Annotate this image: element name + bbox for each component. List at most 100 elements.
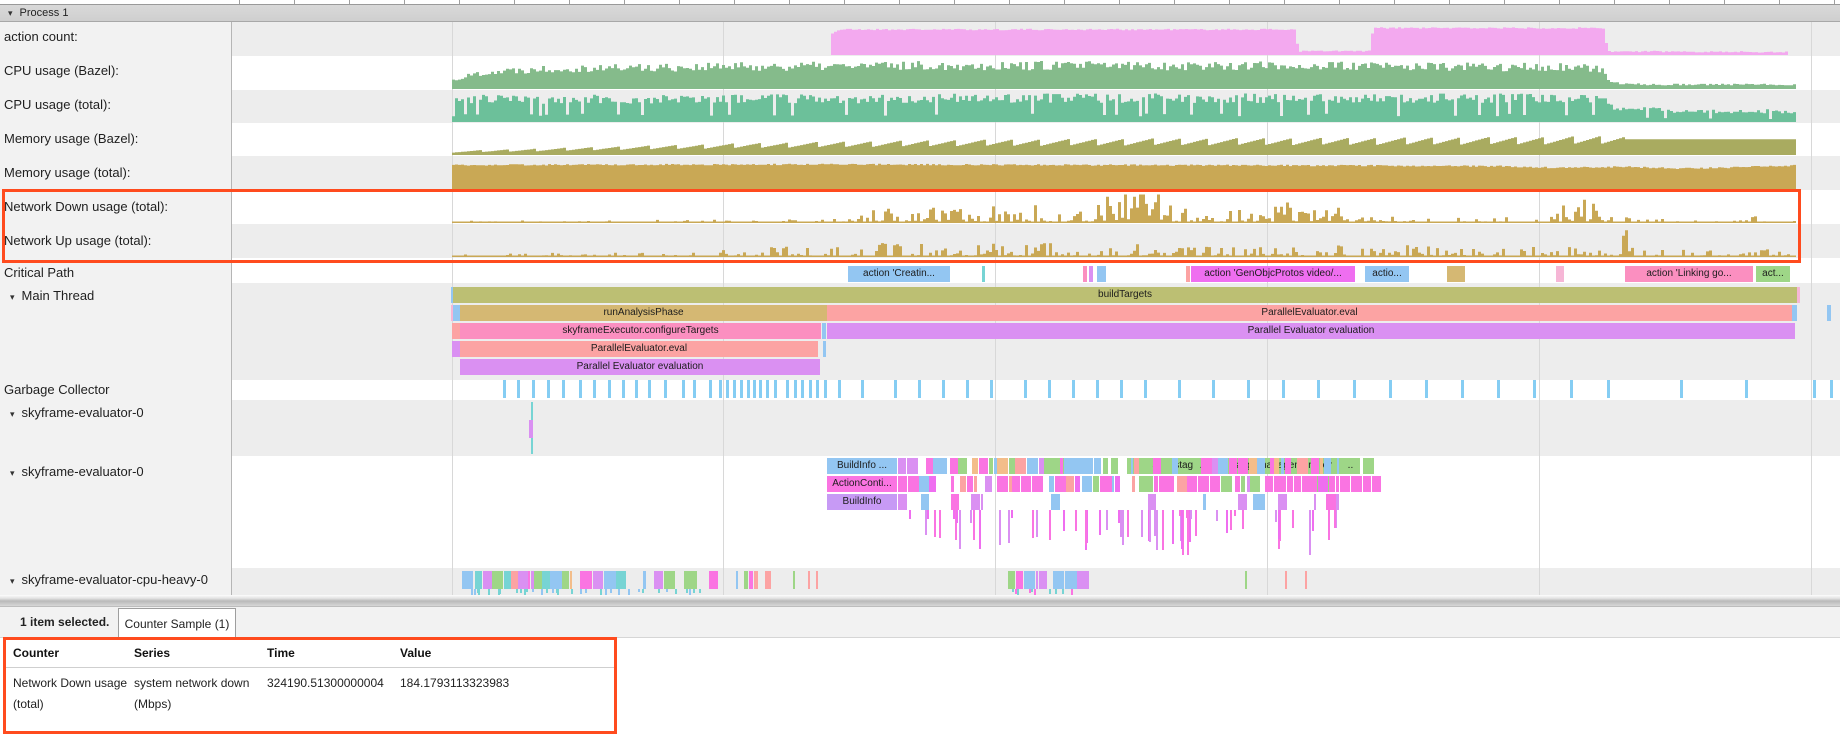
trace-slice-deep[interactable] <box>959 510 961 549</box>
trace-slice[interactable] <box>504 571 511 589</box>
trace-slice[interactable] <box>1132 476 1135 492</box>
gc-tick[interactable] <box>794 380 797 398</box>
trace-slice[interactable] <box>542 571 550 589</box>
trace-slice[interactable] <box>1064 458 1071 474</box>
trace-slice-deep[interactable] <box>520 589 522 593</box>
gc-tick[interactable] <box>1282 380 1285 398</box>
trace-slice[interactable] <box>997 458 1008 474</box>
trace-slice-deep[interactable] <box>532 589 534 592</box>
flame-sliver[interactable] <box>452 341 460 357</box>
trace-slice-deep[interactable] <box>1234 510 1236 516</box>
trace-slice-deep[interactable] <box>610 589 612 593</box>
gc-tick[interactable] <box>608 380 611 398</box>
gc-tick[interactable] <box>709 380 712 398</box>
trace-slice-deep[interactable] <box>1216 510 1218 521</box>
trace-slice[interactable] <box>1075 476 1080 492</box>
trace-slice[interactable] <box>1039 571 1047 589</box>
trace-slice[interactable] <box>550 571 561 589</box>
trace-slice-deep[interactable] <box>546 589 548 593</box>
flame-sliver[interactable] <box>529 420 533 438</box>
trace-slice-deep[interactable] <box>1181 510 1183 549</box>
trace-slice-deep[interactable] <box>1008 510 1010 543</box>
gc-tick[interactable] <box>838 380 841 398</box>
gc-tick[interactable] <box>1497 380 1500 398</box>
flame-sliver[interactable] <box>823 341 826 357</box>
flame-bar[interactable]: action 'Linking go... <box>1625 266 1753 282</box>
trace-slice[interactable] <box>1053 571 1065 589</box>
trace-slice[interactable] <box>919 476 929 492</box>
sidebar-track-skyframe-evaluator-0[interactable]: ▾skyframe-evaluator-0 <box>10 405 144 420</box>
trace-slice[interactable] <box>1077 571 1088 589</box>
trace-slice[interactable] <box>1103 458 1108 474</box>
trace-slice-deep[interactable] <box>1106 510 1108 530</box>
flame-sliver[interactable] <box>1083 266 1087 282</box>
trace-slice[interactable] <box>1270 458 1273 474</box>
trace-slice[interactable] <box>1302 476 1309 492</box>
trace-slice[interactable] <box>1218 458 1228 474</box>
flame-sliver[interactable] <box>1097 266 1106 282</box>
flame-bar[interactable]: ActionConti... <box>827 476 897 492</box>
trace-slice[interactable] <box>994 458 997 474</box>
gc-tick[interactable] <box>517 380 520 398</box>
gc-tick[interactable] <box>1533 380 1536 398</box>
gc-tick[interactable] <box>809 380 812 398</box>
trace-slice[interactable] <box>1166 476 1174 492</box>
trace-slice[interactable] <box>462 571 473 589</box>
trace-slice[interactable] <box>1324 458 1331 474</box>
trace-slice[interactable] <box>951 476 954 492</box>
trace-slice[interactable] <box>1250 476 1260 492</box>
trace-slice-deep[interactable] <box>516 589 518 593</box>
trace-slice[interactable] <box>898 494 907 510</box>
trace-slice[interactable] <box>1311 458 1319 474</box>
trace-slice[interactable] <box>951 494 958 510</box>
trace-slice-deep[interactable] <box>1312 510 1314 531</box>
flame-sliver[interactable] <box>1447 266 1465 282</box>
trace-slice[interactable] <box>1032 476 1043 492</box>
trace-slice-deep[interactable] <box>526 589 528 592</box>
trace-slice[interactable] <box>1320 458 1323 474</box>
trace-slice[interactable] <box>1294 476 1301 492</box>
trace-slice-deep[interactable] <box>1012 589 1014 592</box>
trace-slice-deep[interactable] <box>1172 510 1174 544</box>
trace-slice[interactable] <box>1148 494 1156 510</box>
track-row-band[interactable] <box>232 258 1840 283</box>
sidebar-track-skyframe-evaluator-0[interactable]: ▾skyframe-evaluator-0 <box>10 464 144 479</box>
gc-tick[interactable] <box>1461 380 1464 398</box>
trace-slice[interactable] <box>534 571 542 589</box>
gc-tick[interactable] <box>726 380 729 398</box>
trace-slice[interactable] <box>616 571 626 589</box>
trace-slice[interactable] <box>1309 476 1317 492</box>
trace-slice[interactable] <box>1201 458 1212 474</box>
trace-slice[interactable] <box>1051 494 1061 510</box>
trace-slice[interactable] <box>1012 476 1020 492</box>
trace-slice-deep[interactable] <box>658 589 660 593</box>
trace-slice[interactable] <box>492 571 503 589</box>
trace-slice[interactable] <box>1172 458 1178 474</box>
trace-slice[interactable] <box>1212 458 1217 474</box>
trace-slice[interactable] <box>1154 476 1158 492</box>
trace-slice[interactable] <box>981 494 983 510</box>
trace-slice[interactable] <box>929 476 935 492</box>
trace-slice-deep[interactable] <box>979 510 981 549</box>
trace-slice[interactable] <box>1016 571 1023 589</box>
gc-tick[interactable] <box>966 380 969 398</box>
flame-sliver[interactable] <box>793 571 795 589</box>
flame-bar[interactable]: ParallelEvaluator.eval <box>460 341 818 357</box>
trace-slice[interactable] <box>950 458 958 474</box>
trace-slice[interactable] <box>997 476 1008 492</box>
trace-slice[interactable] <box>1265 476 1274 492</box>
trace-slice[interactable] <box>1159 476 1166 492</box>
trace-slice[interactable] <box>1187 476 1197 492</box>
trace-slice-deep[interactable] <box>1031 589 1033 592</box>
trace-slice-deep[interactable] <box>1242 510 1244 529</box>
trace-slice-deep[interactable] <box>1118 510 1120 523</box>
sidebar-track-skyframe-evaluator-cpu-heavy-0[interactable]: ▾skyframe-evaluator-cpu-heavy-0 <box>10 572 208 587</box>
sidebar-track-action-count-[interactable]: action count: <box>4 29 78 44</box>
trace-slice[interactable] <box>1082 458 1093 474</box>
gc-tick[interactable] <box>1144 380 1147 398</box>
trace-slice[interactable] <box>1336 476 1340 492</box>
gc-tick[interactable] <box>503 380 506 398</box>
trace-slice[interactable] <box>1326 494 1336 510</box>
trace-slice[interactable] <box>1093 476 1099 492</box>
trace-slice[interactable] <box>1340 476 1351 492</box>
